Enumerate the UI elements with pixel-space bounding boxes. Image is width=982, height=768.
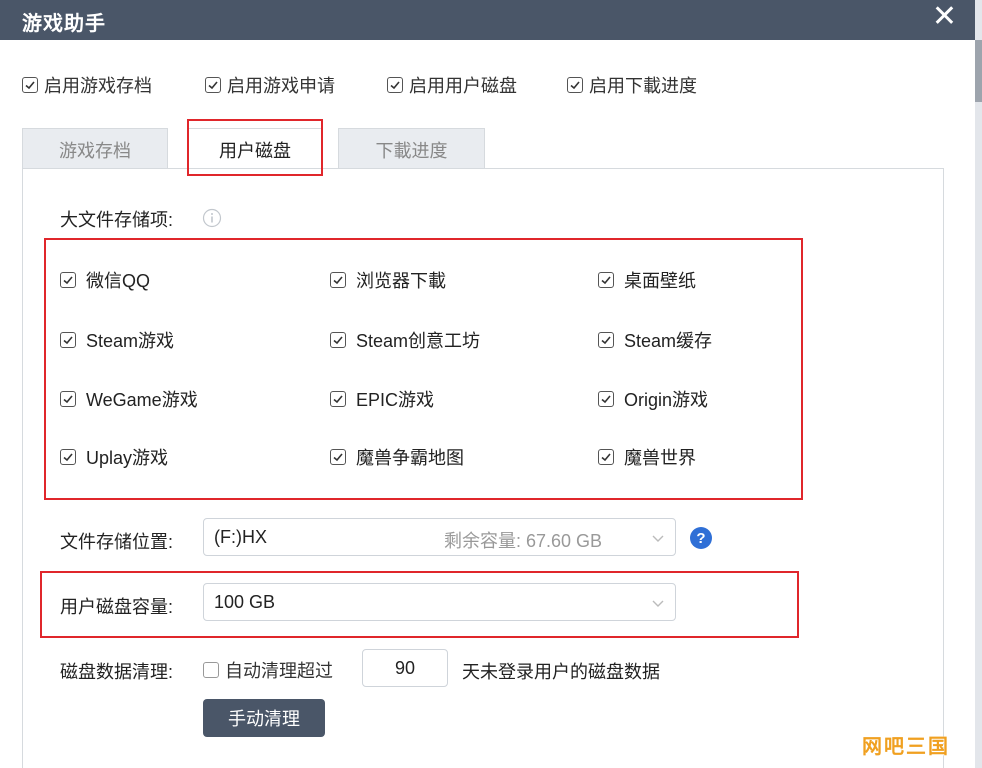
window-edge — [975, 0, 982, 768]
highlight-box-tab — [187, 119, 323, 176]
enable-user-disk-option[interactable]: 启用用户磁盘 — [387, 72, 517, 98]
remaining-capacity: 剩余容量: 67.60 GB — [444, 531, 603, 551]
option-label: 启用游戏存档 — [44, 76, 152, 96]
storage-location-value: (F:)HX — [214, 527, 267, 547]
checkbox-unchecked-icon[interactable] — [203, 662, 219, 678]
cleanup-suffix: 天未登录用户的磁盘数据 — [462, 662, 660, 682]
close-icon[interactable]: ✕ — [932, 2, 957, 32]
tab-download-progress[interactable]: 下載进度 — [338, 128, 485, 170]
info-icon[interactable] — [202, 208, 222, 228]
auto-cleanup-option[interactable]: 自动清理超过 — [203, 657, 333, 683]
checkbox-checked-icon[interactable] — [205, 77, 221, 93]
help-icon[interactable]: ? — [689, 526, 713, 550]
svg-text:?: ? — [696, 530, 705, 547]
highlight-box-items — [44, 238, 803, 500]
enable-game-request-option[interactable]: 启用游戏申请 — [205, 72, 335, 98]
highlight-box-capacity — [40, 571, 799, 638]
chevron-down-icon — [652, 535, 664, 542]
option-label: 启用下載进度 — [589, 76, 697, 96]
window-title: 游戏助手 — [22, 13, 106, 35]
checkbox-checked-icon[interactable] — [22, 77, 38, 93]
title-bar: 游戏助手 ✕ — [0, 0, 975, 40]
manual-cleanup-button[interactable]: 手动清理 — [203, 699, 325, 737]
option-label: 启用游戏申请 — [227, 76, 335, 96]
enable-download-progress-option[interactable]: 启用下載进度 — [567, 72, 697, 98]
tab-game-save[interactable]: 游戏存档 — [22, 128, 168, 170]
cleanup-days-input[interactable]: 90 — [362, 649, 448, 687]
cleanup-label: 磁盘数据清理: — [60, 662, 174, 682]
storage-location-select[interactable]: (F:)HX 剩余容量: 67.60 GB — [203, 518, 676, 556]
large-file-label: 大文件存储项: — [60, 210, 174, 230]
watermark: 网吧三国 — [862, 736, 950, 758]
checkbox-checked-icon[interactable] — [567, 77, 583, 93]
enable-game-save-option[interactable]: 启用游戏存档 — [22, 72, 152, 98]
storage-location-label: 文件存储位置: — [60, 532, 174, 552]
checkbox-checked-icon[interactable] — [387, 77, 403, 93]
auto-cleanup-label: 自动清理超过 — [225, 661, 333, 681]
option-label: 启用用户磁盘 — [409, 76, 517, 96]
